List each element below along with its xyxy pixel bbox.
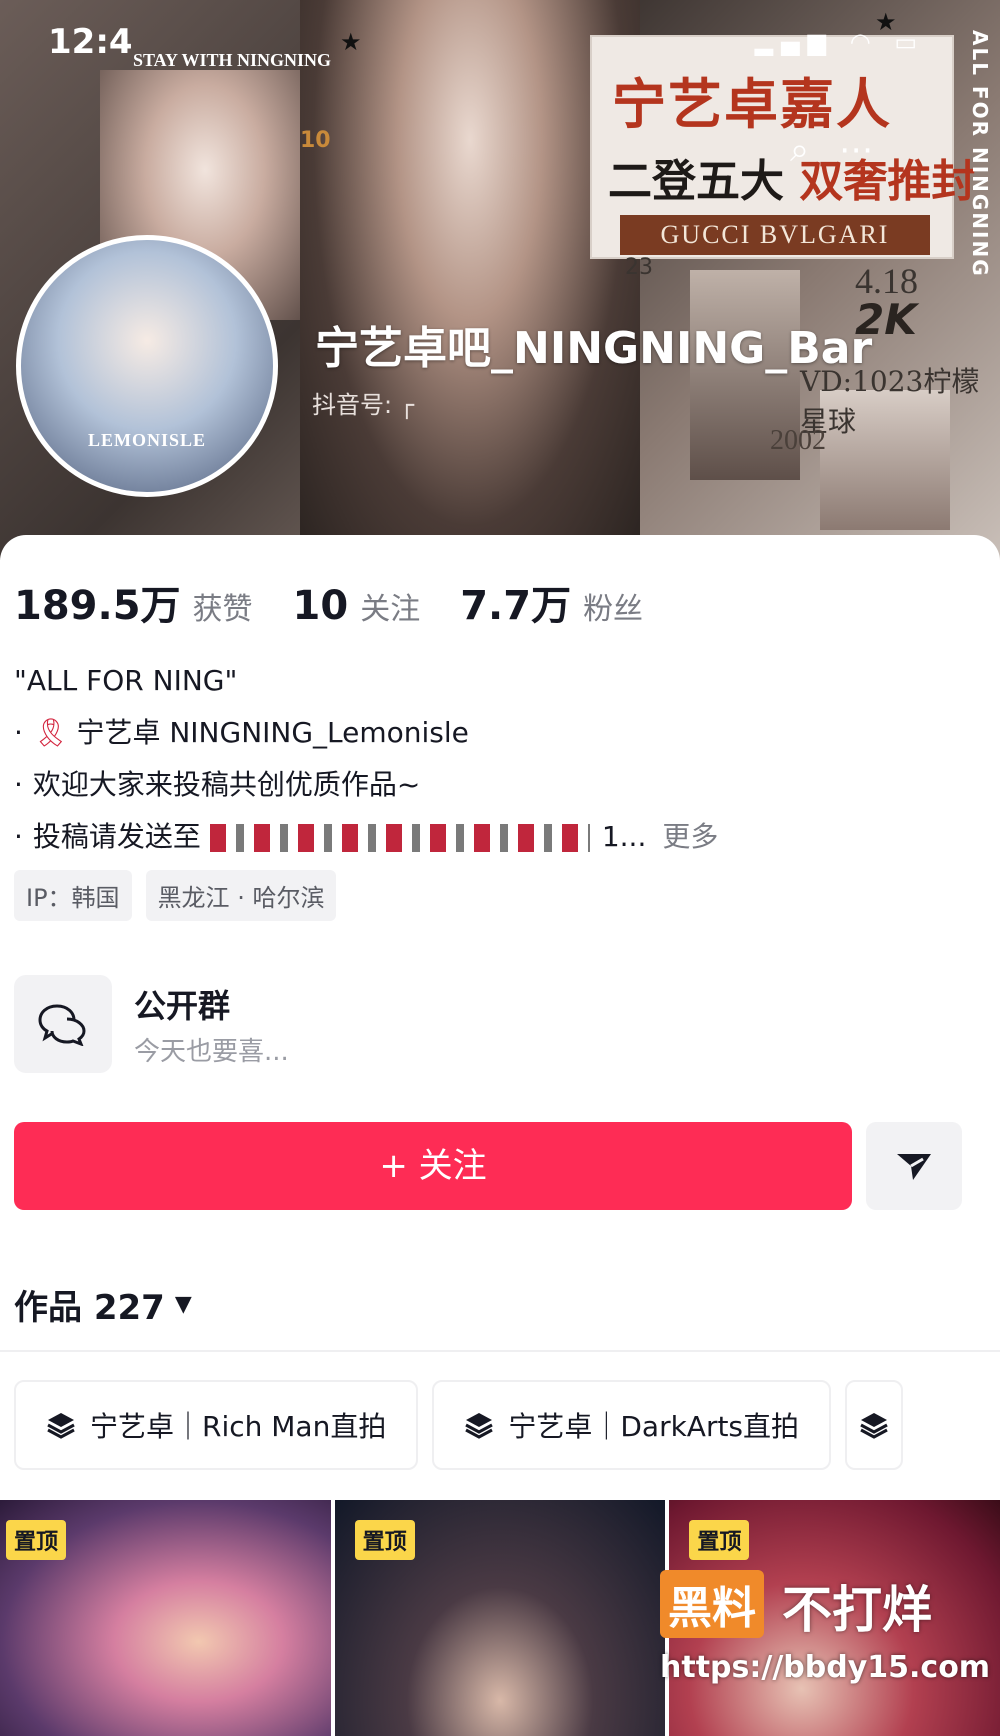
group-name: 公开群 [134, 987, 231, 1025]
bio-line: · 投稿请发送至 1... 更多 [14, 811, 974, 863]
ribbon-icon: 🎗 [32, 716, 69, 749]
poster-title: 宁艺卓嘉人 [612, 72, 892, 136]
works-tab[interactable]: 作品 227 ▼ [14, 1280, 192, 1329]
poster-year: 2002 [770, 425, 826, 456]
follow-button[interactable]: + 关注 [14, 1122, 852, 1210]
bio-line: · 🎗 宁艺卓 NINGNING_Lemonisle [14, 707, 974, 759]
layers-icon [46, 1411, 76, 1439]
bullet-dot: · [14, 716, 23, 749]
pinned-badge: 置顶 [689, 1520, 750, 1560]
video-thumbnail[interactable]: 置顶 [334, 1500, 666, 1736]
stat-likes[interactable]: 189.5万 获赞 [14, 573, 253, 631]
chat-bubbles-icon [14, 975, 112, 1073]
send-icon [897, 1154, 931, 1180]
star-icon: ★ [875, 8, 897, 36]
tag-location: 黑龙江 · 哈尔滨 [145, 870, 337, 921]
watermark-url: https://bbdy15.com [660, 1650, 991, 1685]
banner-number: 10 [300, 128, 331, 153]
bio-more-link[interactable]: 更多 [662, 820, 718, 853]
bullet-dot: · [14, 768, 23, 801]
star-icon: ★ [340, 28, 362, 56]
poster-subtitle-a: 二登五大 [608, 156, 784, 207]
avatar-label: LEMONISLE [87, 430, 207, 450]
avatar[interactable]: LEMONISLE [16, 235, 278, 497]
poster-number: 23 [625, 255, 653, 280]
more-icon[interactable]: ⋯ [839, 130, 903, 170]
layers-icon [464, 1411, 494, 1439]
stat-followers-value: 7.7万 [460, 583, 572, 629]
bullet-dot: · [14, 820, 23, 853]
watermark-logo: 黑料 [660, 1570, 764, 1638]
profile-nickname: 宁艺卓吧_NINGNING_Bar [315, 323, 873, 374]
pinned-badge: 置顶 [6, 1520, 67, 1560]
status-time: 12:4 [48, 22, 133, 62]
stat-following-value: 10 [292, 583, 349, 629]
collections-row: 宁艺卓｜Rich Man直拍 宁艺卓｜DarkArts直拍 [14, 1380, 904, 1470]
video-thumbnail[interactable]: 置顶 [0, 1500, 331, 1736]
chevron-down-icon: ▼ [174, 1292, 192, 1317]
pinned-badge: 置顶 [354, 1520, 415, 1560]
stat-likes-label: 获赞 [192, 592, 253, 627]
profile-stats: 189.5万 获赞 10 关注 7.7万 粉丝 [14, 573, 683, 631]
watermark: 黑料 不打烊 https://bbdy15.com [660, 1570, 990, 1710]
stat-following-label: 关注 [360, 592, 421, 627]
share-button[interactable] [866, 1122, 962, 1210]
public-group[interactable]: 公开群 今天也要喜... [14, 975, 974, 1075]
tag-ip: IP：韩国 [14, 870, 132, 921]
status-icons: ▂▄▆ ◠ ▭ [754, 28, 925, 56]
stat-followers-label: 粉丝 [583, 592, 644, 627]
banner-top-actions: ⌕⋯ [790, 130, 903, 170]
redacted-contact [209, 824, 590, 852]
collection-label: 宁艺卓｜DarkArts直拍 [508, 1410, 800, 1443]
collection-chip[interactable] [845, 1380, 904, 1470]
bio-line: "ALL FOR NING" [14, 664, 238, 697]
stat-following[interactable]: 10 关注 [293, 583, 421, 629]
poster-brand: GUCCI BVLGARI [620, 215, 930, 255]
profile-body: 189.5万 获赞 10 关注 7.7万 粉丝 "ALL FOR NING" ·… [0, 535, 1000, 1736]
collection-label: 宁艺卓｜Rich Man直拍 [90, 1410, 387, 1443]
stat-followers[interactable]: 7.7万 粉丝 [460, 573, 643, 631]
banner-stay-text: STAY WITH NINGNING [133, 50, 332, 70]
stat-likes-value: 189.5万 [14, 583, 181, 629]
bio-line-text: 欢迎大家来投稿共创优质作品~ [32, 768, 421, 801]
profile-banner: 12:4 ▂▄▆ ◠ ▭ STAY WITH NINGNING 10 ★ ★ 宁… [0, 0, 1000, 560]
bio-line-text: 宁艺卓 NINGNING_Lemonisle [76, 716, 469, 749]
bio-line: · 欢迎大家来投稿共创优质作品~ [14, 759, 974, 811]
collection-chip[interactable]: 宁艺卓｜Rich Man直拍 [14, 1380, 419, 1470]
bio-line-suffix: 1... [601, 820, 647, 853]
divider [0, 1350, 1000, 1352]
profile-bio: "ALL FOR NING" · 🎗 宁艺卓 NINGNING_Lemonisle … [14, 655, 974, 863]
group-description: 今天也要喜... [134, 1037, 289, 1067]
watermark-text: 不打烊 [782, 1581, 932, 1639]
profile-tags: IP：韩国 黑龙江 · 哈尔滨 [14, 870, 337, 921]
layers-icon [859, 1411, 889, 1439]
collection-chip[interactable]: 宁艺卓｜DarkArts直拍 [432, 1380, 832, 1470]
search-icon[interactable]: ⌕ [790, 130, 839, 170]
banner-vertical-text: ALL FOR NINGNING [968, 30, 992, 278]
douyin-id[interactable]: 抖音号: ┌ [312, 385, 414, 420]
works-label: 作品 227 [14, 1288, 165, 1328]
banner-photo-main [300, 0, 640, 560]
bio-line-text: 投稿请发送至 [32, 820, 201, 853]
